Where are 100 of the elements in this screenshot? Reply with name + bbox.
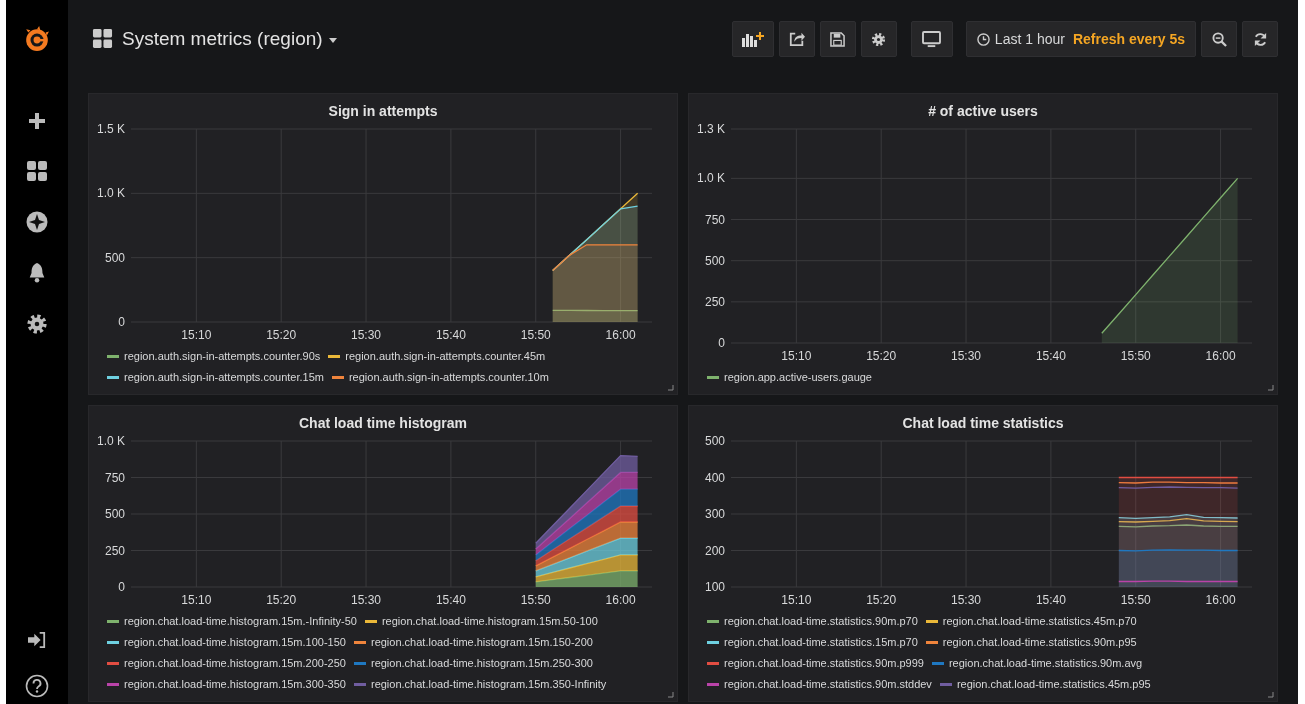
y-axis-label: 750 xyxy=(104,470,125,485)
y-axis-label: 200 xyxy=(704,543,725,558)
time-picker-button[interactable]: Last 1 hour Refresh every 5s xyxy=(965,21,1196,57)
x-axis-label: 15:50 xyxy=(1120,349,1151,363)
panel-title[interactable]: Chat load time statistics xyxy=(902,413,1064,433)
legend-label[interactable]: region.chat.load-time.histogram.15m.350-Infinity xyxy=(370,676,607,693)
legend-label[interactable]: region.chat.load-time.statistics.15m.p70 xyxy=(724,634,918,651)
legend-label[interactable]: region.chat.load-time.histogram.15m.-Infinity-50 xyxy=(124,613,357,630)
y-axis-label: 0 xyxy=(718,336,725,350)
y-axis-label: 1.0 K xyxy=(696,171,725,186)
legend-label[interactable]: region.chat.load-time.histogram.15m.200-250 xyxy=(124,655,346,672)
y-axis-label: 1.0 K xyxy=(96,186,125,201)
x-axis-label: 15:40 xyxy=(435,328,466,342)
legend-label[interactable]: region.chat.load-time.histogram.15m.250-300 xyxy=(370,655,593,672)
refresh-button[interactable] xyxy=(1242,21,1278,57)
add-panel-button[interactable] xyxy=(731,21,774,57)
x-axis-label: 15:40 xyxy=(1035,593,1066,607)
legend-label[interactable]: region.auth.sign-in-attempts.counter.15m xyxy=(124,369,324,386)
settings-icon[interactable] xyxy=(26,313,48,335)
y-axis-label: 500 xyxy=(104,507,125,521)
legend-label[interactable]: region.auth.sign-in-attempts.counter.45m xyxy=(345,348,546,365)
resize-handle-icon[interactable] xyxy=(668,692,674,698)
panel-title[interactable]: Chat load time histogram xyxy=(299,413,467,433)
x-axis-label: 15:30 xyxy=(351,593,382,607)
legend-label[interactable]: region.chat.load-time.statistics.90m.p95 xyxy=(942,634,1137,651)
resize-handle-icon[interactable] xyxy=(1268,385,1274,391)
y-axis-label: 100 xyxy=(704,580,725,594)
x-axis-label: 16:00 xyxy=(1205,349,1236,363)
y-axis-label: 500 xyxy=(704,253,725,268)
plus-icon[interactable] xyxy=(27,111,47,131)
x-axis-label: 15:20 xyxy=(866,349,897,363)
y-axis-label: 0 xyxy=(118,315,125,329)
dashboard-title[interactable]: System metrics (region) xyxy=(122,28,323,50)
caret-icon[interactable] xyxy=(328,38,337,43)
y-axis-label: 1.5 K xyxy=(96,122,125,136)
legend-label[interactable]: region.auth.sign-in-attempts.counter.10m xyxy=(348,369,549,386)
x-axis-label: 16:00 xyxy=(1205,593,1236,607)
x-axis-label: 15:10 xyxy=(181,328,212,342)
y-axis-label: 750 xyxy=(704,212,725,227)
bell-icon[interactable] xyxy=(27,262,47,284)
x-axis-label: 15:30 xyxy=(351,328,382,342)
x-axis-label: 15:30 xyxy=(951,349,982,363)
legend-label[interactable]: region.chat.load-time.statistics.45m.p95 xyxy=(956,676,1151,693)
x-axis-label: 15:20 xyxy=(866,593,897,607)
x-axis-label: 15:50 xyxy=(520,328,551,342)
y-axis-label: 400 xyxy=(704,470,725,485)
panel-title[interactable]: # of active users xyxy=(928,101,1038,121)
x-axis-label: 15:40 xyxy=(1035,349,1066,363)
x-axis-label: 15:20 xyxy=(266,328,297,342)
x-axis-label: 15:40 xyxy=(435,593,466,607)
bar-chart-plus-icon xyxy=(740,30,765,48)
legend-label[interactable]: region.auth.sign-in-attempts.counter.90s xyxy=(124,348,321,365)
legend-label[interactable]: region.chat.load-time.histogram.15m.300-350 xyxy=(124,676,346,693)
dashboard-grid-icon[interactable] xyxy=(26,160,48,182)
x-axis-label: 15:30 xyxy=(951,593,982,607)
help-icon[interactable] xyxy=(25,674,49,698)
monitor-icon xyxy=(922,30,942,48)
save-button[interactable] xyxy=(819,21,856,57)
legend-label[interactable]: region.chat.load-time.statistics.45m.p70 xyxy=(942,613,1137,630)
legend-label[interactable]: region.chat.load-time.histogram.15m.150-200 xyxy=(370,634,593,651)
sign-in-icon[interactable] xyxy=(27,631,47,649)
resize-handle-icon[interactable] xyxy=(1268,692,1274,698)
panel-title[interactable]: Sign in attempts xyxy=(328,101,438,121)
y-axis-label: 1.3 K xyxy=(696,122,725,136)
x-axis-label: 15:10 xyxy=(181,593,212,607)
legend-label[interactable]: region.app.active-users.gauge xyxy=(724,369,872,386)
y-axis-label: 250 xyxy=(704,294,725,309)
share-icon xyxy=(788,31,805,47)
y-axis-label: 0 xyxy=(118,580,125,594)
zoom-out-icon xyxy=(1211,31,1227,47)
legend-label[interactable]: region.chat.load-time.histogram.15m.100-150 xyxy=(124,634,346,651)
x-axis-label: 16:00 xyxy=(605,593,636,607)
y-axis-label: 300 xyxy=(704,507,725,521)
legend-label[interactable]: region.chat.load-time.histogram.15m.50-100 xyxy=(381,613,598,630)
x-axis-label: 15:10 xyxy=(781,349,812,363)
legend-label[interactable]: region.chat.load-time.statistics.90m.stddev xyxy=(724,676,932,693)
x-axis-label: 15:10 xyxy=(781,593,812,607)
x-axis-label: 15:50 xyxy=(1120,593,1151,607)
y-axis-label: 1.0 K xyxy=(96,434,125,448)
zoom-out-button[interactable] xyxy=(1201,21,1237,57)
x-axis-label: 15:50 xyxy=(520,593,551,607)
legend-label[interactable]: region.chat.load-time.statistics.90m.p999 xyxy=(724,655,924,672)
y-axis-label: 250 xyxy=(104,543,125,558)
x-axis-label: 16:00 xyxy=(605,328,636,342)
logo-icon[interactable] xyxy=(24,25,50,53)
dashboard-grid-icon xyxy=(92,28,113,49)
resize-handle-icon[interactable] xyxy=(668,385,674,391)
clock-icon xyxy=(976,32,990,46)
settings-icon xyxy=(871,31,887,47)
save-icon xyxy=(830,31,846,47)
x-axis-label: 15:20 xyxy=(266,593,297,607)
y-axis-label: 500 xyxy=(704,434,725,448)
y-axis-label: 500 xyxy=(104,250,125,265)
tv-mode-button[interactable] xyxy=(910,21,953,57)
share-button[interactable] xyxy=(778,21,815,57)
refresh-icon xyxy=(1252,31,1268,47)
compass-icon[interactable] xyxy=(26,211,48,233)
settings-button[interactable] xyxy=(860,21,897,57)
legend-label[interactable]: region.chat.load-time.statistics.90m.p70 xyxy=(724,613,918,630)
legend-label[interactable]: region.chat.load-time.statistics.90m.avg xyxy=(948,655,1143,672)
